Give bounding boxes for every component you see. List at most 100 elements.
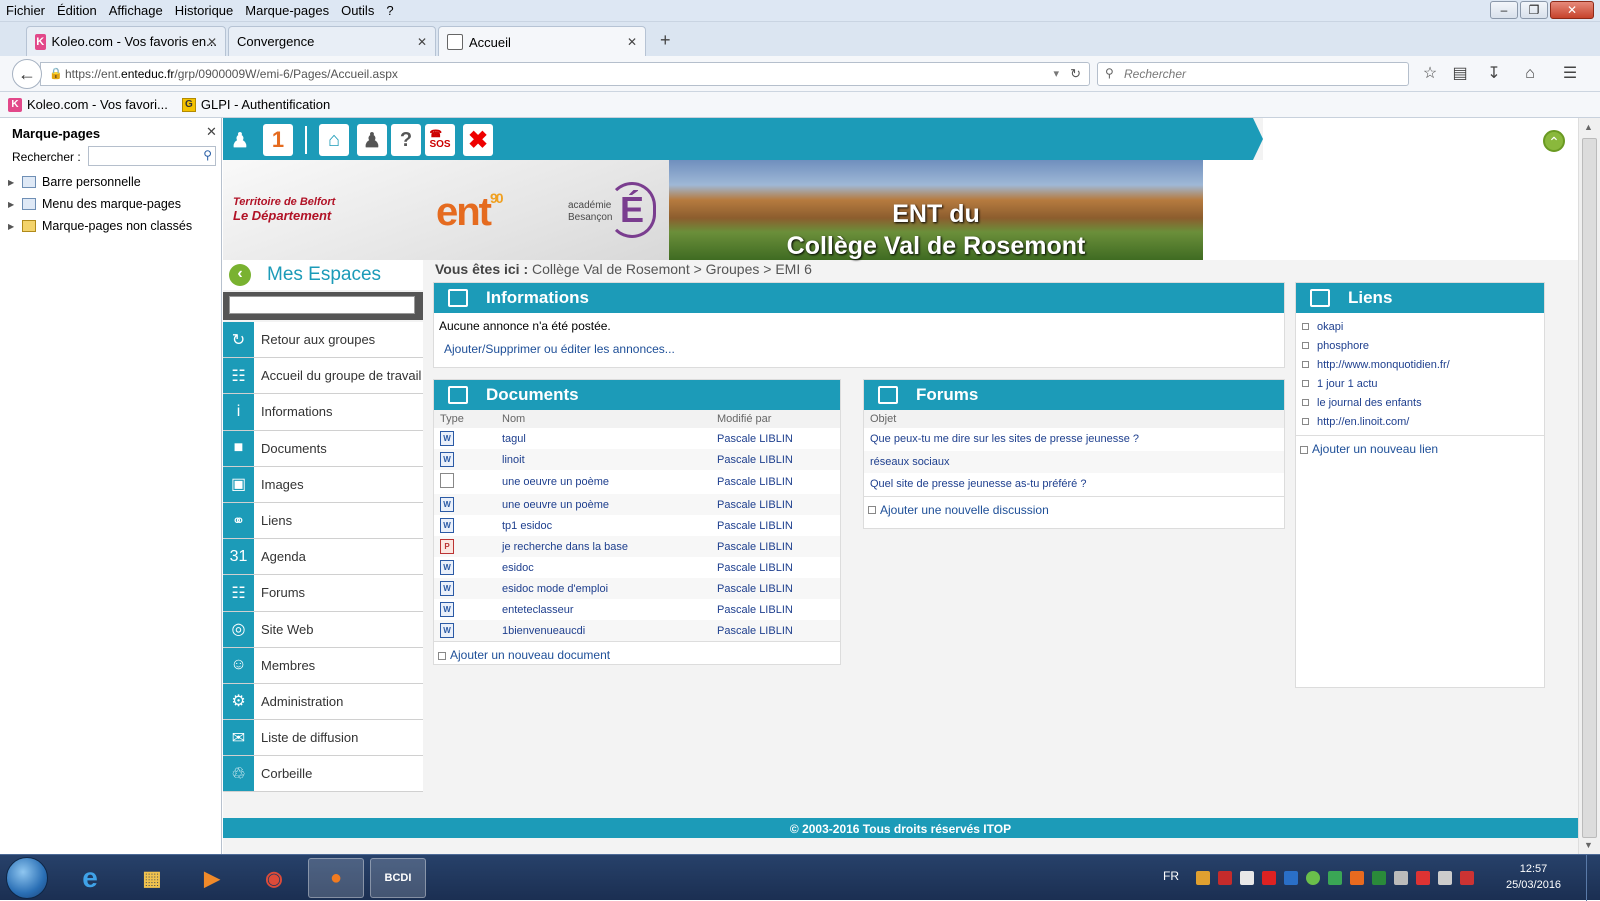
add-document-button[interactable]: Ajouter un nouveau document — [434, 641, 840, 668]
document-author-link[interactable]: Pascale LIBLIN — [711, 557, 840, 578]
forum-topic-link[interactable]: Que peux-tu me dire sur les sites de pre… — [864, 428, 1284, 451]
add-discussion-button[interactable]: Ajouter une nouvelle discussion — [864, 495, 1284, 523]
scroll-down-icon[interactable]: ▼ — [1584, 840, 1593, 850]
document-author-link[interactable]: Pascale LIBLIN — [711, 599, 840, 620]
nav-item[interactable]: ↻ Retour aux groupes — [223, 322, 423, 359]
user-icon[interactable]: ♟ — [225, 124, 255, 156]
document-author-link[interactable]: Pascale LIBLIN — [711, 494, 840, 515]
close-tab-icon[interactable]: ✕ — [627, 35, 637, 49]
document-author-link[interactable]: Pascale LIBLIN — [711, 620, 840, 641]
bookmark-glpi[interactable]: G GLPI - Authentification — [181, 97, 330, 112]
menu-aide[interactable]: ? — [380, 3, 399, 18]
tray-app-icon[interactable] — [1350, 871, 1364, 885]
profile-icon[interactable]: ♟ — [357, 124, 387, 156]
edit-announcements-link[interactable]: Ajouter/Supprimer ou éditer les annonces… — [434, 333, 1284, 365]
nav-item[interactable]: ✉ Liste de diffusion — [223, 720, 423, 757]
nav-item[interactable]: ☷ Accueil du groupe de travail — [223, 358, 423, 395]
sos-icon[interactable]: ☎ SOS — [425, 124, 455, 156]
close-tab-icon[interactable]: ✕ — [207, 35, 217, 49]
tray-app-icon[interactable] — [1218, 871, 1232, 885]
start-button[interactable] — [6, 857, 48, 899]
document-author-link[interactable]: Pascale LIBLIN — [711, 515, 840, 536]
tray-app-icon[interactable] — [1240, 871, 1254, 885]
document-name-link[interactable]: une oeuvre un poème — [496, 494, 711, 515]
document-author-link[interactable]: Pascale LIBLIN — [711, 449, 840, 470]
notification-count-icon[interactable]: 1 — [263, 124, 293, 156]
document-author-link[interactable]: Pascale LIBLIN — [711, 470, 840, 494]
menu-outils[interactable]: Outils — [335, 3, 380, 18]
media-player-icon[interactable]: ▶ — [184, 858, 240, 898]
forum-topic-link[interactable]: Quel site de presse jeunesse as-tu préfé… — [864, 473, 1284, 496]
document-name-link[interactable]: esidoc — [496, 557, 711, 578]
taskbar-clock[interactable]: 12:57 25/03/2016 — [1506, 861, 1561, 893]
nav-item[interactable]: ⚭ Liens — [223, 502, 423, 540]
expand-icon[interactable]: ▶ — [8, 178, 16, 187]
document-name-link[interactable]: enteteclasseur — [496, 599, 711, 620]
tray-app-icon[interactable] — [1284, 871, 1298, 885]
show-desktop-button[interactable] — [1586, 855, 1600, 901]
nav-item[interactable]: ⚙ Administration — [223, 683, 423, 721]
internet-explorer-icon[interactable]: e — [62, 858, 118, 898]
logout-icon[interactable]: ✖ — [463, 124, 493, 156]
home-icon[interactable]: ⌂ — [1520, 64, 1540, 84]
document-author-link[interactable]: Pascale LIBLIN — [711, 578, 840, 599]
scroll-up-icon[interactable]: ▲ — [1584, 122, 1593, 132]
nav-item[interactable]: i Informations — [223, 394, 423, 431]
close-window-button[interactable]: ✕ — [1550, 1, 1594, 19]
link-item[interactable]: phosphore — [1296, 336, 1544, 355]
forum-topic-link[interactable]: réseaux sociaux — [864, 450, 1284, 473]
star-icon[interactable]: ☆ — [1420, 64, 1440, 84]
menu-edition[interactable]: Édition — [51, 3, 103, 18]
link-item[interactable]: le journal des enfants — [1296, 393, 1544, 412]
espaces-search-input[interactable] — [229, 296, 415, 314]
restore-button[interactable]: ❐ — [1520, 1, 1548, 19]
document-name-link[interactable]: esidoc mode d'emploi — [496, 578, 711, 599]
document-name-link[interactable]: tagul — [496, 428, 711, 449]
document-name-link[interactable]: 1bienvenueaucdi — [496, 620, 711, 641]
nav-item[interactable]: ▣ Images — [223, 466, 423, 503]
link-item[interactable]: http://www.monquotidien.fr/ — [1296, 355, 1544, 374]
sidebar-item-barre-personnelle[interactable]: ▶ Barre personnelle — [8, 175, 141, 189]
link-item[interactable]: okapi — [1296, 317, 1544, 336]
menu-marque-pages[interactable]: Marque-pages — [239, 3, 335, 18]
scrollbar-thumb[interactable] — [1582, 138, 1597, 838]
nav-item[interactable]: ◎ Site Web — [223, 611, 423, 648]
tray-app-icon[interactable] — [1196, 871, 1210, 885]
hamburger-menu-icon[interactable]: ☰ — [1560, 64, 1580, 84]
breadcrumb-path[interactable]: Collège Val de Rosemont > Groupes > EMI … — [532, 261, 812, 277]
menu-historique[interactable]: Historique — [169, 3, 240, 18]
nav-item[interactable]: ☺ Membres — [223, 647, 423, 684]
url-bar[interactable]: 🔒 https://ent. enteduc.fr/grp/0900009W/em… — [40, 62, 1090, 86]
tab-accueil[interactable]: Accueil ✕ — [438, 26, 646, 57]
tray-app-icon[interactable] — [1328, 871, 1342, 885]
bcdi-app-icon[interactable]: BCDI — [370, 858, 426, 898]
download-icon[interactable]: ↧ — [1484, 64, 1504, 84]
document-author-link[interactable]: Pascale LIBLIN — [711, 536, 840, 557]
firefox-icon[interactable]: ● — [308, 858, 364, 898]
tab-convergence[interactable]: Convergence ✕ — [228, 26, 436, 56]
document-name-link[interactable]: linoit — [496, 449, 711, 470]
new-tab-icon[interactable]: + — [660, 30, 671, 51]
tray-app-icon[interactable] — [1460, 871, 1474, 885]
close-tab-icon[interactable]: ✕ — [417, 35, 427, 49]
nav-item[interactable]: ☷ Forums — [223, 575, 423, 612]
reading-list-icon[interactable]: ▤ — [1450, 64, 1470, 84]
back-button[interactable]: ← — [12, 59, 42, 89]
tray-app-icon[interactable] — [1372, 871, 1386, 885]
language-indicator[interactable]: FR — [1163, 869, 1179, 883]
menu-fichier[interactable]: Fichier — [0, 3, 51, 18]
tray-app-icon[interactable] — [1438, 871, 1452, 885]
tray-app-icon[interactable] — [1306, 871, 1320, 885]
document-name-link[interactable]: je recherche dans la base — [496, 536, 711, 557]
expand-icon[interactable]: ▶ — [8, 200, 16, 209]
volume-icon[interactable] — [1394, 871, 1408, 885]
link-item[interactable]: http://en.linoit.com/ — [1296, 412, 1544, 431]
help-icon[interactable]: ? — [391, 124, 421, 156]
tab-koleo[interactable]: K Koleo.com - Vos favoris en... ✕ — [26, 26, 226, 56]
tray-app-icon[interactable] — [1262, 871, 1276, 885]
document-name-link[interactable]: une oeuvre un poème — [496, 470, 711, 494]
collapse-header-icon[interactable]: ⌃ — [1543, 130, 1565, 152]
nav-item[interactable]: 31 Agenda — [223, 539, 423, 576]
network-icon[interactable] — [1416, 871, 1430, 885]
home-icon[interactable]: ⌂ — [319, 124, 349, 156]
